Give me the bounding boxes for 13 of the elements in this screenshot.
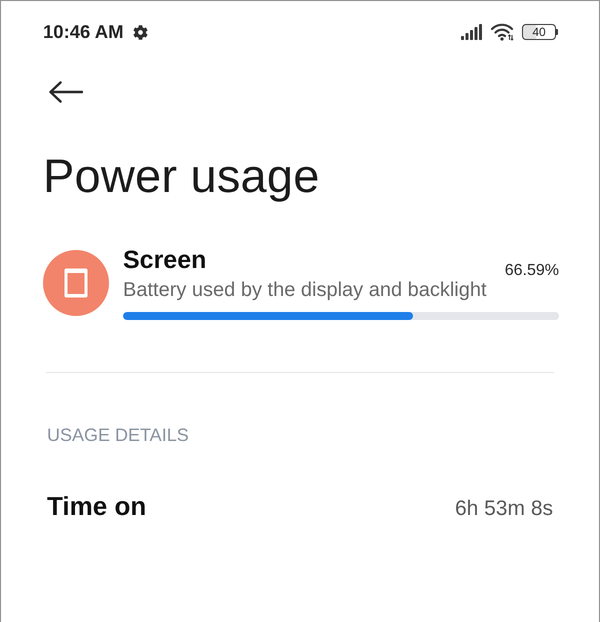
signal-icon: [461, 24, 483, 40]
battery-indicator: 40: [522, 24, 558, 40]
detail-label: Time on: [47, 491, 146, 521]
back-arrow-icon[interactable]: [49, 81, 83, 103]
usage-item-description: Battery used by the display and backlight: [123, 279, 487, 301]
usage-percent: 66.59%: [504, 261, 559, 281]
section-header: USAGE DETAILS: [47, 424, 189, 446]
screen-icon: [43, 250, 109, 316]
usage-item-name: Screen: [123, 245, 206, 275]
wifi-icon: [491, 23, 514, 41]
settings-icon: [132, 24, 148, 40]
detail-value: 6h 53m 8s: [454, 496, 553, 522]
status-time: 10:46 AM: [43, 21, 124, 43]
